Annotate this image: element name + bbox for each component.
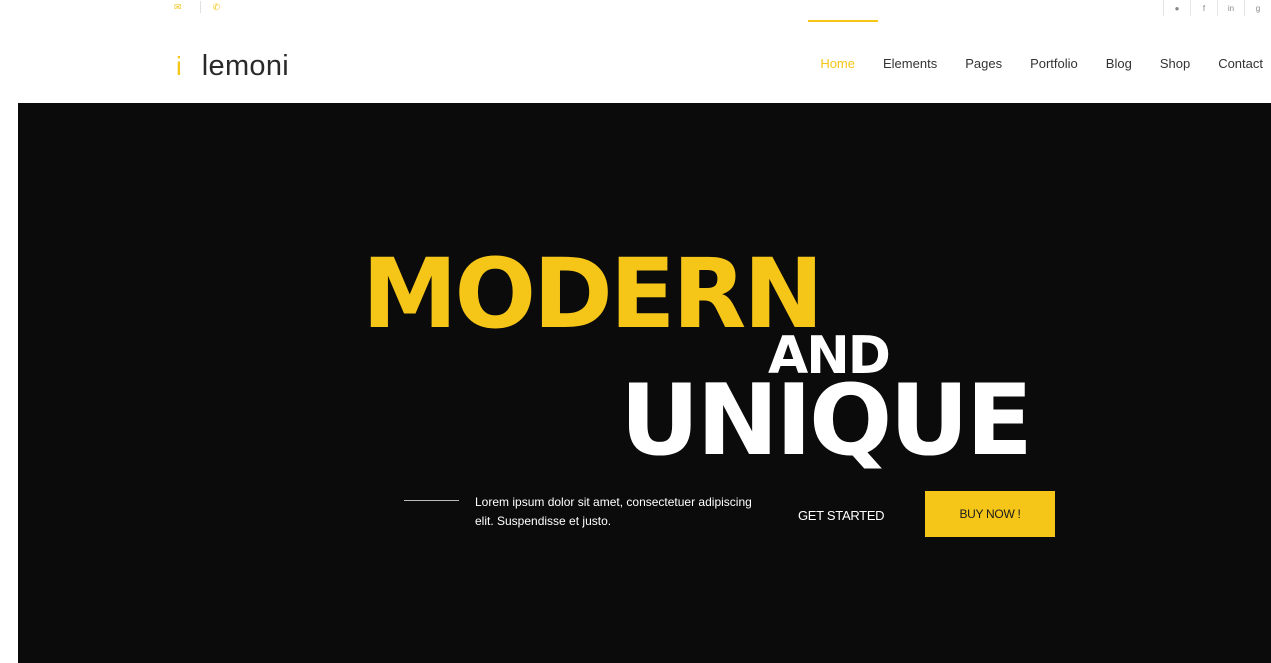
twitter-icon[interactable]: ● <box>1163 0 1190 16</box>
phone-icon: ✆ <box>212 1 221 12</box>
top-bar: ✉ ✆ ● f in g <box>18 0 1271 17</box>
site-header: i lemoni Home Elements Pages Portfolio B… <box>18 16 1271 103</box>
mail-icon: ✉ <box>174 1 182 12</box>
top-contact: ✉ ✆ <box>174 1 226 13</box>
nav-item-blog[interactable]: Blog <box>1106 56 1132 71</box>
nav-item-elements[interactable]: Elements <box>883 56 937 71</box>
buy-now-button[interactable]: BUY NOW ! <box>925 491 1055 537</box>
facebook-icon[interactable]: f <box>1190 0 1217 16</box>
get-started-button[interactable]: GET STARTED <box>798 508 885 523</box>
nav-item-contact[interactable]: Contact <box>1218 56 1263 71</box>
nav-item-pages[interactable]: Pages <box>965 56 1002 71</box>
buy-now-label: BUY NOW ! <box>959 507 1021 521</box>
active-nav-indicator <box>808 20 878 22</box>
hero-headline-unique: UNIQUE <box>620 364 1033 478</box>
main-nav: Home Elements Pages Portfolio Blog Shop … <box>792 56 1263 71</box>
social-links: ● f in g <box>1163 0 1271 16</box>
divider <box>199 1 201 13</box>
site-logo[interactable]: i lemoni <box>176 50 289 83</box>
hero-headline-modern: MODERN <box>362 238 824 350</box>
hero-description: Lorem ipsum dolor sit amet, consectetuer… <box>475 495 752 528</box>
google-plus-icon[interactable]: g <box>1244 0 1271 16</box>
logo-mark: i <box>176 51 182 81</box>
nav-item-shop[interactable]: Shop <box>1160 56 1190 71</box>
nav-item-portfolio[interactable]: Portfolio <box>1030 56 1078 71</box>
logo-text: lemoni <box>201 50 290 82</box>
hero-divider-line <box>404 500 459 501</box>
linkedin-icon[interactable]: in <box>1217 0 1244 16</box>
nav-item-home[interactable]: Home <box>820 56 855 71</box>
